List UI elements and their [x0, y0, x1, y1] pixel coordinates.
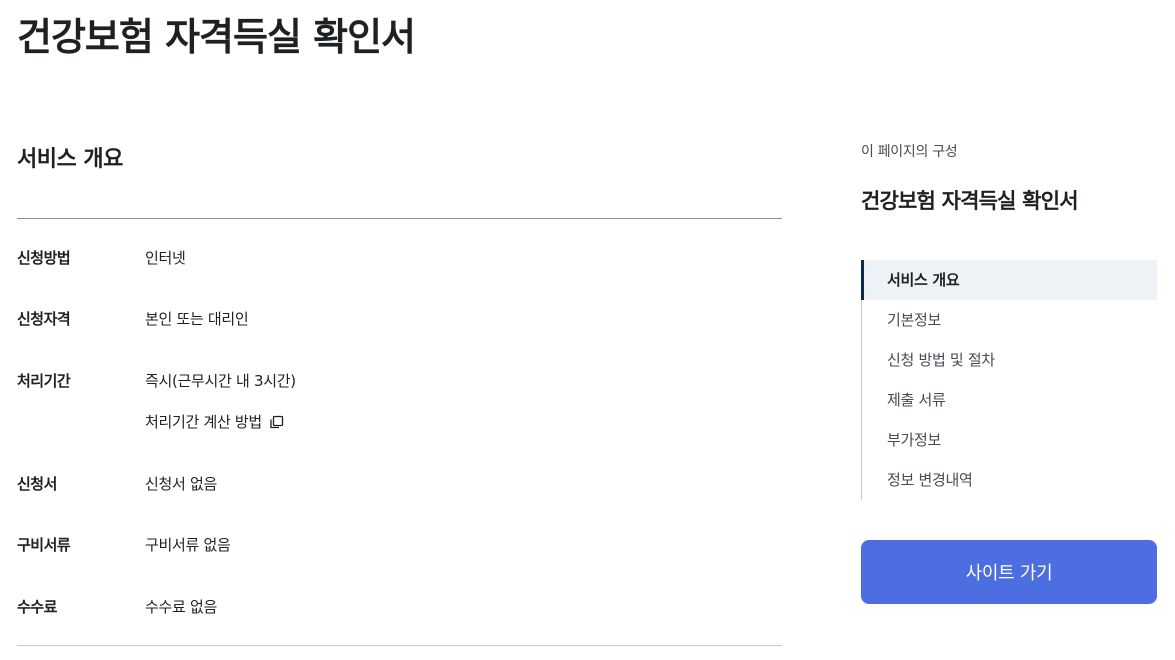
info-row-method: 신청방법 인터넷 — [17, 248, 186, 268]
info-label: 신청자격 — [17, 310, 71, 328]
info-row-fee: 수수료 수수료 없음 — [17, 597, 217, 617]
service-overview-section: 서비스 개요 신청방법 인터넷 신청자격 본인 또는 대리인 처리기간 즉시(근… — [17, 140, 782, 646]
info-label: 구비서류 — [17, 536, 71, 554]
info-value: 신청서 없음 — [145, 475, 217, 493]
period-calc-link[interactable]: 처리기간 계산 방법 — [145, 412, 296, 432]
info-value: 즉시(근무시간 내 3시간) — [145, 372, 296, 390]
info-label: 처리기간 — [17, 372, 71, 390]
toc-title: 건강보험 자격득실 확인서 — [861, 189, 1079, 213]
toc-item-change-history[interactable]: 정보 변경내역 — [862, 460, 1157, 500]
divider — [17, 218, 782, 219]
page-title: 건강보험 자격득실 확인서 — [17, 15, 416, 59]
page: 건강보험 자격득실 확인서 서비스 개요 신청방법 인터넷 신청자격 본인 또는… — [0, 0, 1175, 660]
divider — [17, 645, 782, 646]
info-value: 인터넷 — [145, 249, 186, 267]
page-toc: 이 페이지의 구성 건강보험 자격득실 확인서 서비스 개요 기본정보 신청 방… — [861, 140, 1157, 604]
info-label: 수수료 — [17, 598, 57, 616]
toc-item-basic-info[interactable]: 기본정보 — [862, 300, 1157, 340]
copy-icon[interactable] — [268, 414, 284, 430]
toc-item-application-procedure[interactable]: 신청 방법 및 절차 — [862, 340, 1157, 380]
info-label: 신청서 — [17, 475, 57, 493]
info-value: 구비서류 없음 — [145, 536, 231, 554]
toc-item-documents[interactable]: 제출 서류 — [862, 380, 1157, 420]
info-row-form: 신청서 신청서 없음 — [17, 474, 217, 494]
toc-item-service-overview[interactable]: 서비스 개요 — [861, 260, 1157, 300]
section-title: 서비스 개요 — [17, 147, 123, 172]
info-value: 수수료 없음 — [145, 598, 217, 616]
period-calc-link-label[interactable]: 처리기간 계산 방법 — [145, 412, 262, 432]
info-value: 본인 또는 대리인 — [145, 310, 249, 328]
toc-caption: 이 페이지의 구성 — [861, 144, 958, 160]
info-value-group: 즉시(근무시간 내 3시간) 처리기간 계산 방법 — [145, 371, 296, 432]
info-row-period: 처리기간 즉시(근무시간 내 3시간) 처리기간 계산 방법 — [17, 371, 296, 432]
go-to-site-button[interactable]: 사이트 가기 — [861, 540, 1157, 604]
info-row-documents: 구비서류 구비서류 없음 — [17, 535, 231, 555]
info-label: 신청방법 — [17, 249, 71, 267]
info-row-eligibility: 신청자격 본인 또는 대리인 — [17, 309, 249, 329]
toc-list: 서비스 개요 기본정보 신청 방법 및 절차 제출 서류 부가정보 정보 변경내… — [861, 260, 1157, 500]
toc-item-additional-info[interactable]: 부가정보 — [862, 420, 1157, 460]
